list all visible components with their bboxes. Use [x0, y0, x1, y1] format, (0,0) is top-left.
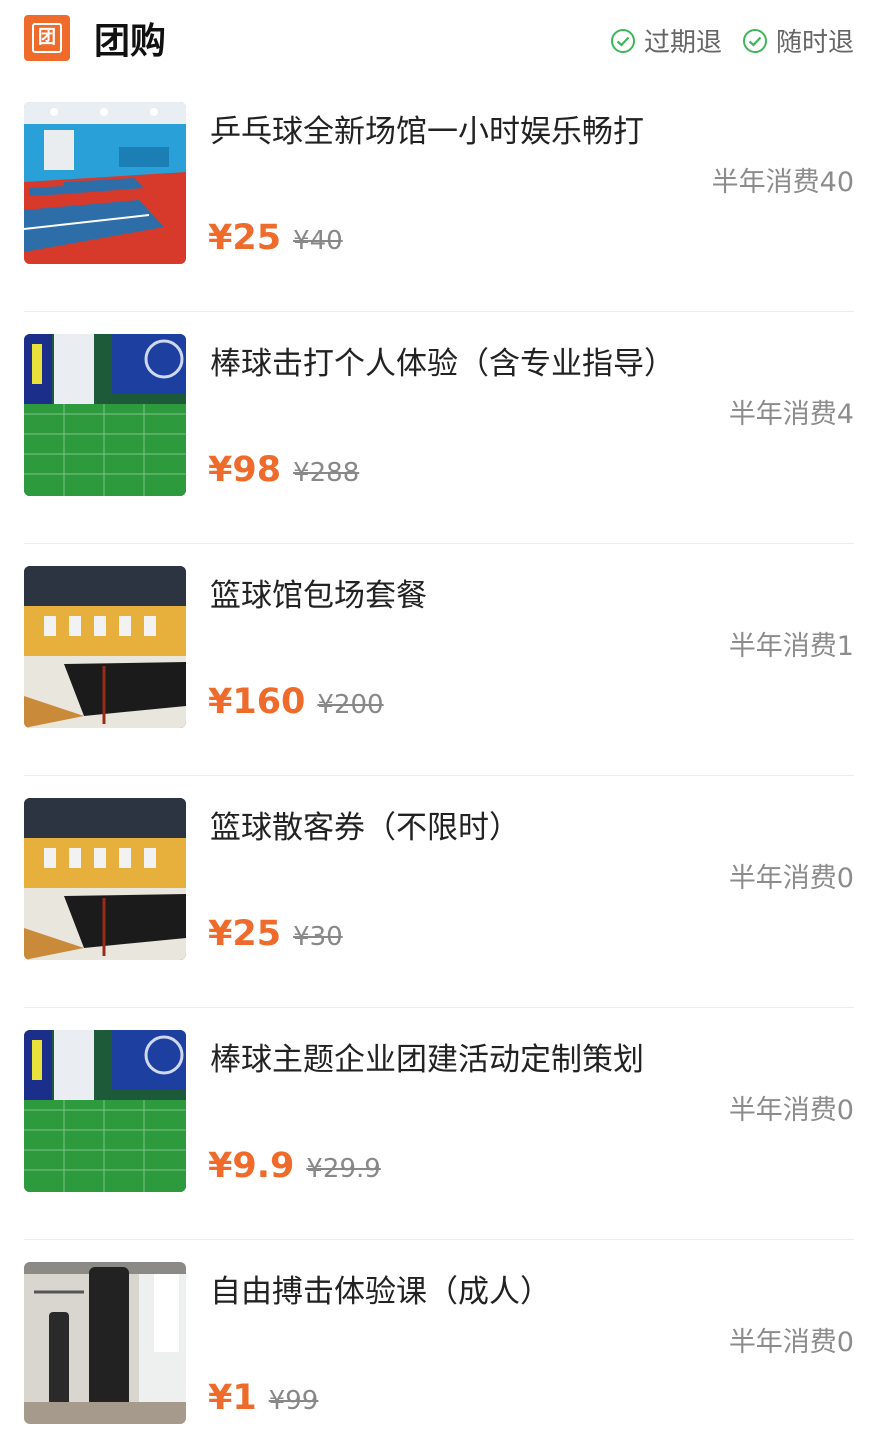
tag-label: 过期退: [643, 28, 722, 58]
original-price: ¥40: [293, 226, 343, 256]
check-circle-icon: [742, 28, 767, 53]
deal-title: 棒球击打个人体验（含专业指导）: [210, 346, 675, 382]
deal-price: ¥9.9: [208, 1146, 295, 1186]
group-buy-logo-icon: 团: [24, 15, 70, 61]
table-tennis-hall-photo: [24, 102, 186, 264]
deal-item[interactable]: 篮球散客券（不限时） 半年消费0 ¥25 ¥30: [0, 776, 872, 1008]
price-group: ¥9.9 ¥29.9: [208, 1146, 381, 1186]
deal-title: 篮球馆包场套餐: [210, 578, 427, 614]
price-group: ¥1 ¥99: [208, 1378, 318, 1418]
deal-item[interactable]: 乒乓球全新场馆一小时娱乐畅打 半年消费40 ¥25 ¥40: [0, 80, 872, 312]
sales-count: 半年消费0: [728, 863, 854, 894]
deal-item[interactable]: 棒球击打个人体验（含专业指导） 半年消费4 ¥98 ¥288: [0, 312, 872, 544]
deal-item[interactable]: 自由搏击体验课（成人） 半年消费0 ¥1 ¥99: [0, 1240, 872, 1452]
section-title: 团购: [94, 21, 167, 62]
price-group: ¥25 ¥30: [208, 914, 343, 954]
deal-item[interactable]: 篮球馆包场套餐 半年消费1 ¥160 ¥200: [0, 544, 872, 776]
original-price: ¥288: [293, 458, 360, 488]
tag-label: 随时退: [775, 28, 854, 58]
deal-title: 篮球散客券（不限时）: [210, 810, 520, 846]
deal-price: ¥160: [208, 682, 306, 722]
price-group: ¥25 ¥40: [208, 218, 343, 258]
original-price: ¥29.9: [306, 1154, 381, 1184]
price-group: ¥98 ¥288: [208, 450, 359, 490]
deal-title: 自由搏击体验课（成人）: [210, 1274, 551, 1310]
original-price: ¥200: [317, 690, 384, 720]
guarantee-tags: 过期退 随时退: [610, 22, 854, 59]
baseball-batting-cage-photo: [24, 334, 186, 496]
basketball-court-photo: [24, 798, 186, 960]
deal-title: 棒球主题企业团建活动定制策划: [210, 1042, 644, 1078]
price-group: ¥160 ¥200: [208, 682, 384, 722]
sales-count: 半年消费40: [711, 167, 854, 198]
header: 团 团购 过期退 随时退: [0, 0, 872, 80]
check-circle-icon: [610, 28, 635, 53]
deal-price: ¥98: [208, 450, 282, 490]
basketball-court-photo: [24, 566, 186, 728]
sales-count: 半年消费0: [728, 1095, 854, 1126]
original-price: ¥99: [268, 1386, 319, 1416]
deal-price: ¥25: [208, 218, 282, 258]
original-price: ¥30: [293, 922, 343, 952]
sales-count: 半年消费4: [728, 399, 854, 430]
baseball-batting-cage-photo: [24, 1030, 186, 1192]
deal-price: ¥1: [208, 1378, 257, 1418]
deal-item[interactable]: 棒球主题企业团建活动定制策划 半年消费0 ¥9.9 ¥29.9: [0, 1008, 872, 1240]
deal-title: 乒乓球全新场馆一小时娱乐畅打: [210, 114, 644, 150]
boxing-gym-photo: [24, 1262, 186, 1424]
logo-char: 团: [32, 23, 62, 53]
sales-count: 半年消费0: [728, 1327, 854, 1358]
sales-count: 半年消费1: [728, 631, 854, 662]
tag-expiry-refund: 过期退: [610, 22, 722, 59]
deal-price: ¥25: [208, 914, 282, 954]
tag-anytime-refund: 随时退: [742, 22, 854, 59]
